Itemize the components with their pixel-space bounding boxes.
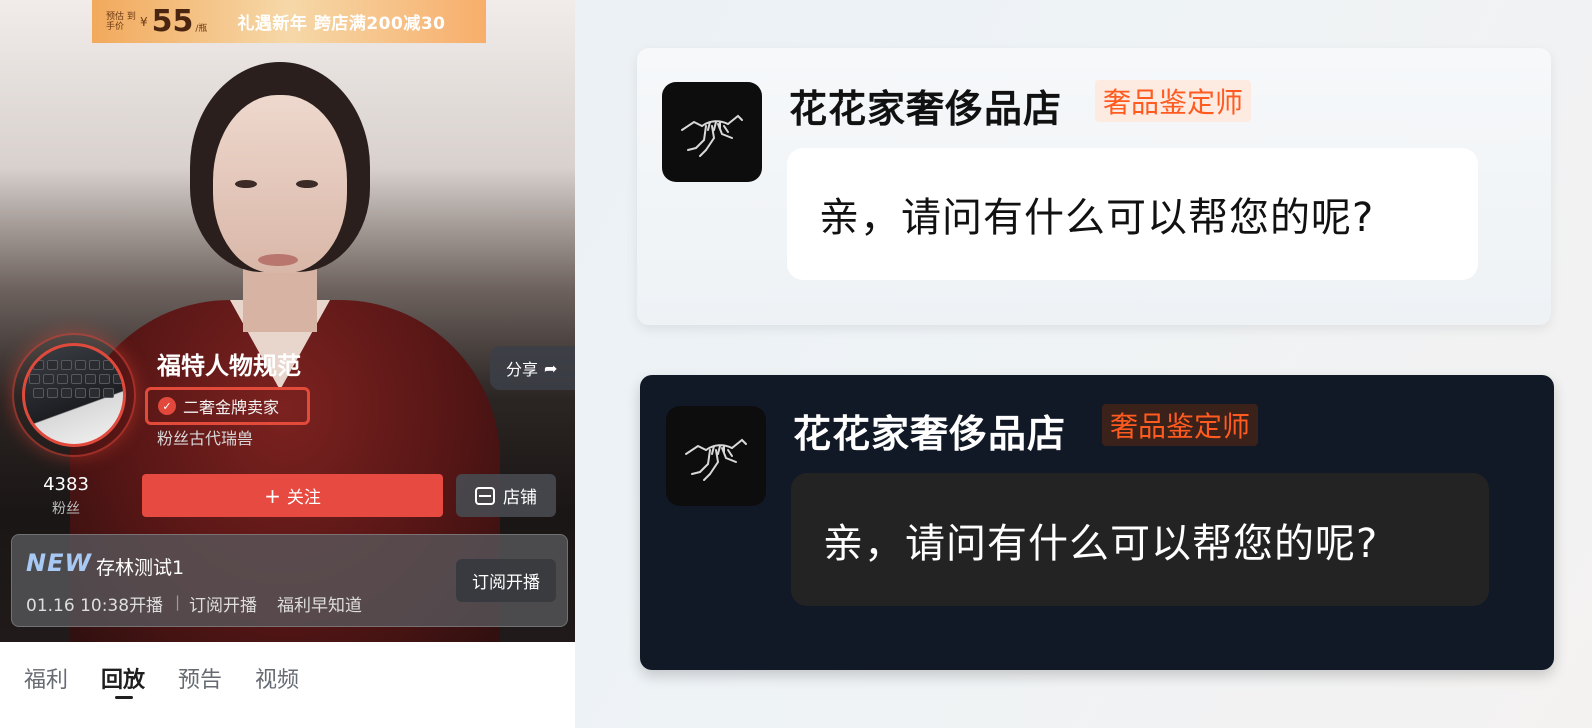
active-tab-indicator <box>115 696 133 699</box>
seller-badge-label: 二奢金牌卖家 <box>183 398 280 417</box>
chat-card-dark: 花花家奢侈品店 奢品鉴定师 亲，请问有什么可以帮您的呢? <box>640 375 1554 670</box>
role-tag: 奢品鉴定师 <box>1102 404 1259 446</box>
avatar[interactable] <box>22 343 126 447</box>
shop-name: 福特人物规范 <box>157 352 301 380</box>
tab-welfare[interactable]: 福利 <box>24 662 68 694</box>
follow-label: 关注 <box>286 488 321 508</box>
arcteryx-bird-logo-icon <box>666 406 766 506</box>
plus-icon: + <box>264 483 281 508</box>
promo-campaign: 礼遇新年 跨店满200减30 <box>237 14 446 34</box>
follow-button[interactable]: + 关注 <box>142 474 443 517</box>
subscribe-live-button[interactable]: 订阅开播 <box>456 559 556 602</box>
promo-unit: /瓶 <box>195 24 208 34</box>
verified-icon: ✓ <box>158 397 176 415</box>
tab-replay[interactable]: 回放 <box>101 662 145 694</box>
live-room-panel: 预估 到手价 ¥ 55 /瓶 礼遇新年 跨店满200减30 福特人物规范 ✓ 二… <box>0 0 575 728</box>
fan-group-name: 粉丝古代瑞兽 <box>157 429 254 448</box>
arcteryx-bird-logo-icon <box>662 82 762 182</box>
share-label: 分享 <box>506 360 539 379</box>
upcoming-live-card[interactable]: NEW 存林测试1 01.16 10:38开播 | 订阅开播 福利早知道 订阅开… <box>11 534 568 627</box>
presenter-face <box>213 95 347 273</box>
promo-banner[interactable]: 预估 到手价 ¥ 55 /瓶 礼遇新年 跨店满200减30 <box>92 0 486 43</box>
chat-bubble: 亲，请问有什么可以帮您的呢? <box>791 473 1489 606</box>
chat-bubble: 亲，请问有什么可以帮您的呢? <box>787 148 1478 280</box>
fans-label: 粉丝 <box>52 501 80 517</box>
share-icon: ➦ <box>544 358 558 378</box>
tab-video[interactable]: 视频 <box>255 662 299 694</box>
live-perk-note: 福利早知道 <box>277 596 362 616</box>
tab-preview[interactable]: 预告 <box>178 662 222 694</box>
share-button[interactable]: 分享 ➦ <box>490 346 575 390</box>
store-button[interactable]: 店铺 <box>456 474 556 517</box>
live-subscribe-note: 订阅开播 <box>189 596 257 616</box>
fans-count: 4383 <box>43 474 89 495</box>
live-title: 存林测试1 <box>96 557 185 579</box>
content-tabs: 福利 回放 预告 视频 <box>0 642 575 728</box>
promo-estimate-label: 预估 到手价 <box>106 11 136 32</box>
chat-shop-name: 花花家奢侈品店 <box>789 87 1063 131</box>
seller-badge: ✓ 二奢金牌卖家 <box>145 387 310 425</box>
live-start-time: 01.16 10:38开播 <box>26 596 164 616</box>
store-label: 店铺 <box>503 488 537 508</box>
promo-price: 55 <box>151 4 194 39</box>
store-icon <box>475 486 495 505</box>
chat-card-light: 花花家奢侈品店 奢品鉴定师 亲，请问有什么可以帮您的呢? <box>637 48 1551 325</box>
promo-currency: ¥ <box>140 14 148 29</box>
chat-shop-name: 花花家奢侈品店 <box>793 412 1067 456</box>
divider: | <box>175 593 181 611</box>
role-tag: 奢品鉴定师 <box>1095 80 1252 122</box>
new-tag: NEW <box>26 549 92 577</box>
